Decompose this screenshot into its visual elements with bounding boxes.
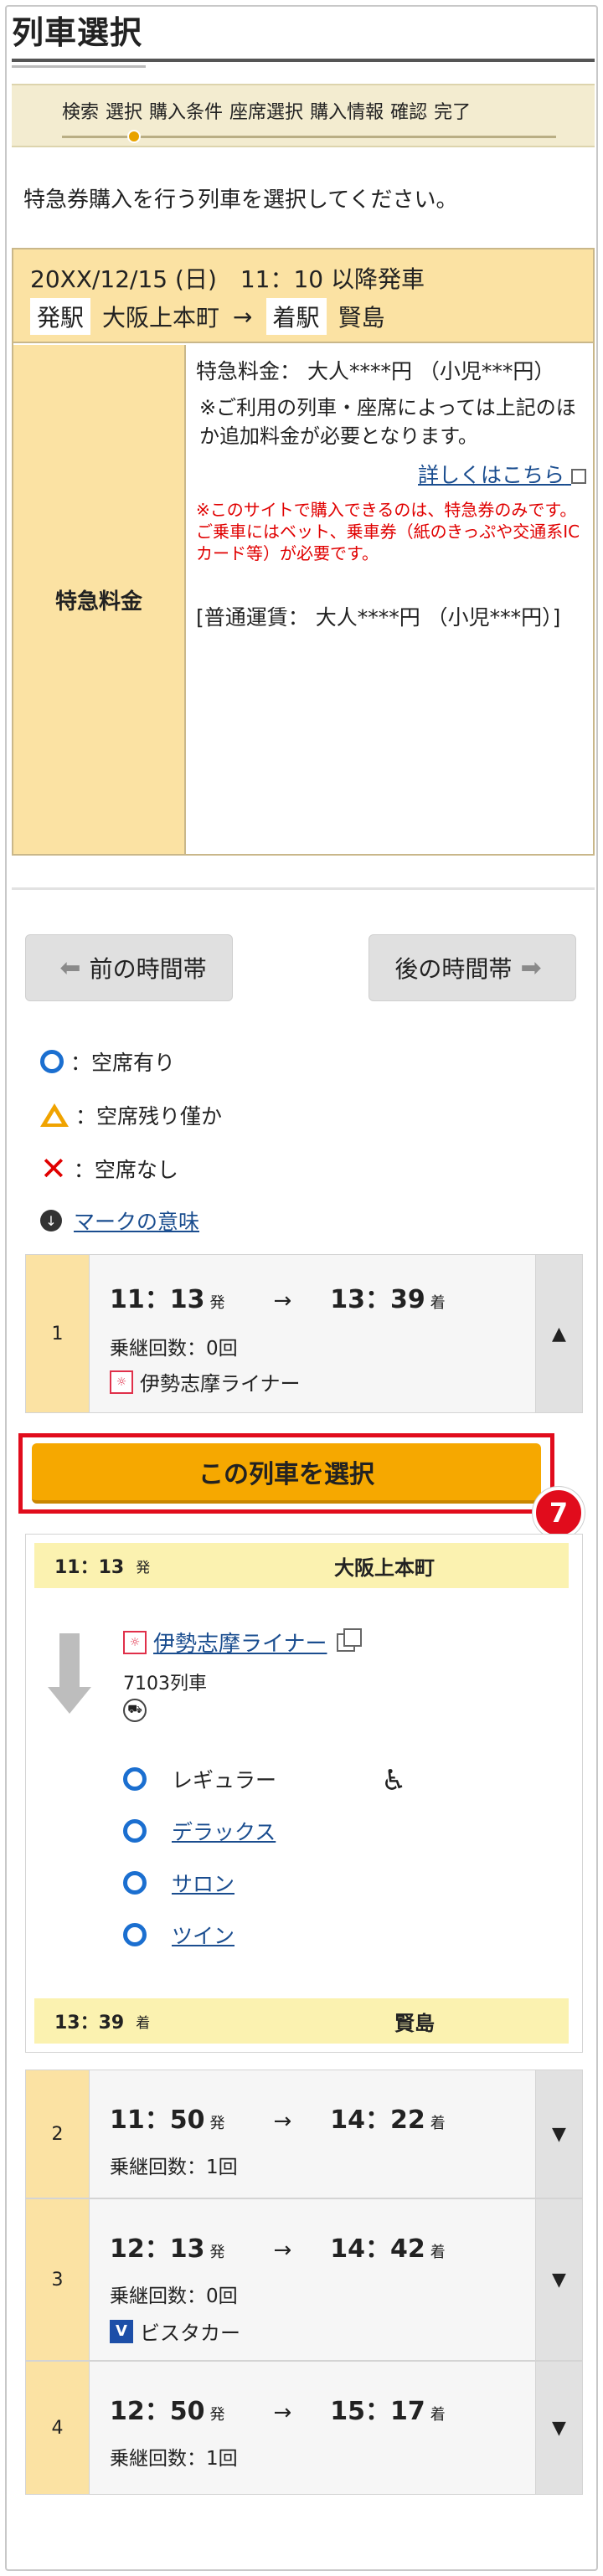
legend-none: ✕ ：空席なし [40,1150,178,1187]
transfer-count: 乗継回数：0回 [110,1338,238,1360]
expand-toggle[interactable]: ▼ [535,2070,582,2198]
train-times: 12：50 発 → 15：17 着 [110,2397,446,2426]
train-detail-panel: 11：13 発大阪上本町 ☼ 伊勢志摩ライナー 7103列車 ⛟ レギュラー ♿ デ… [25,1534,583,2053]
train-number: 3 [26,2199,90,2360]
step-info: 購入情報 [310,102,384,123]
journey-route: 発駅 大阪上本町 → 着駅 賢島 [30,298,385,335]
current-step-dot [127,130,141,143]
left-arrow-icon: ⬅ [59,953,81,983]
legend-available: ：空席有り [40,1046,175,1077]
transfer-count: 乗継回数：1回 [110,2157,238,2178]
wheelchair-icon: ♿ [381,1764,407,1797]
available-circle-icon [40,1050,64,1073]
train-times: 12：13 発 → 14：42 着 [110,2234,446,2264]
arrival-stop: 13：39 着賢島 [34,1998,569,2044]
fee-price: 特急料金： 大人****円 （小児***円） [196,359,555,383]
journey-info-box: 20XX/12/15 (日) 11：10 以降発車 発駅 大阪上本町 → 着駅 … [12,248,595,856]
route-arrow: → [233,302,253,331]
available-circle-icon [123,1767,147,1791]
select-train-button[interactable]: この列車を選択 [32,1443,541,1504]
cart-icon: ⛟ [123,1699,147,1722]
section-divider [12,887,595,890]
journey-date-time: 20XX/12/15 (日) 11：10 以降発車 [30,265,425,293]
fare-line: [普通運賃： 大人****円 （小児***円）] [196,605,561,630]
seat-regular: レギュラー [123,1764,276,1794]
train-name: V ビスタカー [110,2316,240,2346]
expand-toggle[interactable]: ▼ [535,2362,582,2494]
step-labels: 検索 選択 購入条件 座席選択 購入情報 確認 完了 [62,97,477,124]
train-row-2[interactable]: 2 11：50 発 → 14：22 着 乗継回数：1回 ▼ [25,2070,583,2198]
title-underline-accent [12,65,146,68]
down-arrow-circle-icon: ↓ [40,1210,62,1231]
page-title: 列車選択 [12,14,143,51]
title-underline [12,59,595,62]
legend-mark-meaning[interactable]: ↓ マークの意味 [40,1206,199,1236]
collapse-toggle[interactable]: ▲ [535,1255,582,1412]
train-row-4[interactable]: 4 12：50 発 → 15：17 着 乗継回数：1回 ▼ [25,2361,583,2495]
detail-train-name[interactable]: ☼ 伊勢志摩ライナー [123,1627,363,1658]
step-conditions: 購入条件 [149,102,224,123]
train-number: 2 [26,2070,90,2198]
fee-label: 特急料金 [13,345,186,854]
train-number: 1 [26,1255,90,1412]
step-confirm: 確認 [390,102,428,123]
seat-deluxe[interactable]: デラックス [123,1816,276,1846]
instruction-text: 特急券購入を行う列車を選択してください。 [23,188,458,213]
right-arrow-icon: ➡ [520,953,542,983]
transfer-count: 乗継回数：1回 [110,2448,238,2470]
seat-salon[interactable]: サロン [123,1868,234,1898]
vista-car-icon: V [110,2319,133,2343]
train-times: 11：50 発 → 14：22 着 [110,2106,446,2135]
train-times: 11：13 発 → 13：39 着 [110,1285,446,1314]
ise-shima-liner-icon: ☼ [110,1370,133,1394]
fee-content: 特急料金： 大人****円 （小児***円） ※ご利用の列車・座席によっては上記… [196,357,586,640]
from-tag: 発駅 [30,298,91,335]
to-tag: 着駅 [265,298,327,335]
departure-stop: 11：13 発大阪上本町 [34,1543,569,1588]
progress-stepper: 検索 選択 購入条件 座席選択 購入情報 確認 完了 [12,84,595,147]
fee-note: ※ご利用の列車・座席によっては上記のほか追加料金が必要となります。 [199,396,576,448]
to-station: 賢島 [338,304,385,332]
ise-shima-liner-icon: ☼ [123,1630,147,1654]
legend-few: ：空席残り僅か [40,1100,222,1130]
available-circle-icon [123,1819,147,1843]
expand-toggle[interactable]: ▼ [535,2199,582,2360]
none-cross-icon: ✕ [40,1150,67,1187]
next-time-button[interactable]: 後の時間帯 ➡ [368,934,576,1001]
step-select: 選択 [106,102,143,123]
train-no: 7103列車 [123,1674,207,1694]
step-seat: 座席選択 [229,102,304,123]
mark-meaning-link[interactable]: マークの意味 [74,1206,199,1236]
purchase-notice: ※このサイトで購入できるのは、特急券のみです。ご乗車にはベット、乗車券（紙のきっ… [196,500,580,563]
available-circle-icon [123,1871,147,1895]
prev-time-button[interactable]: ⬅ 前の時間帯 [25,934,233,1001]
journey-down-arrow-icon [48,1633,91,1714]
details-link[interactable]: 詳しくはこちら [196,460,586,491]
step-complete: 完了 [434,102,472,123]
train-name: ☼ 伊勢志摩ライナー [110,1367,301,1396]
from-station: 大阪上本町 [102,304,220,332]
train-row-1[interactable]: 1 11：13 発 → 13：39 着 乗継回数：0回 ☼ 伊勢志摩ライナー ▲ [25,1254,583,1413]
step-search: 検索 [62,102,100,123]
few-triangle-icon [40,1103,69,1127]
train-row-3[interactable]: 3 12：13 発 → 14：42 着 乗継回数：0回 V ビスタカー ▼ [25,2198,583,2361]
journey-header: 20XX/12/15 (日) 11：10 以降発車 発駅 大阪上本町 → 着駅 … [13,249,593,343]
step-badge: 7 [533,1487,585,1539]
transfer-count: 乗継回数：0回 [110,2285,238,2307]
available-circle-icon [123,1923,147,1946]
seat-twin[interactable]: ツイン [123,1920,234,1950]
external-link-icon [337,1627,363,1652]
external-link-icon [571,469,586,484]
train-number: 4 [26,2362,90,2494]
